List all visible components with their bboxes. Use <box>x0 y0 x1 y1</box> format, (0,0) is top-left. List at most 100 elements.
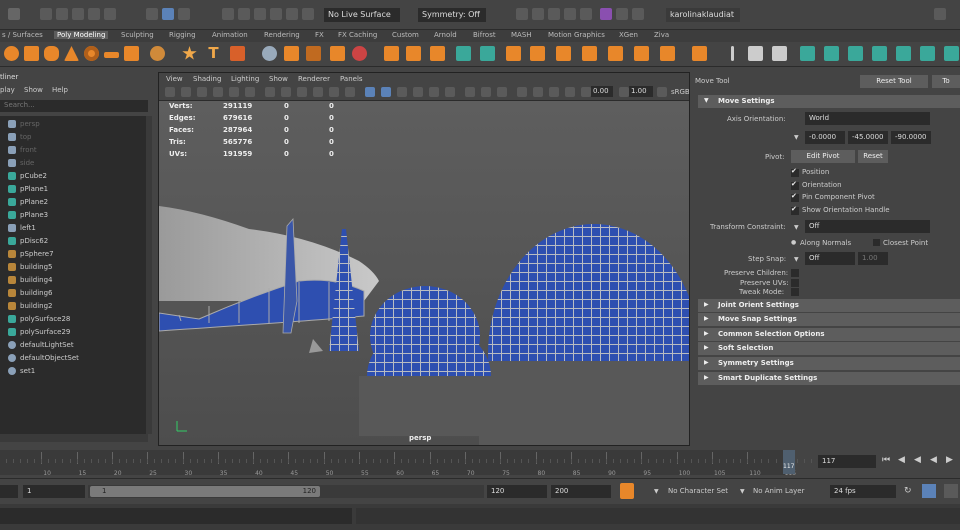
step-back-frame-icon[interactable]: ◀ <box>914 455 921 465</box>
symmetry-dropdown[interactable]: Symmetry: Off <box>418 8 486 22</box>
time-slider-track[interactable]: 10 15 20 25 30 35 40 45 50 55 60 65 70 75 80 85 90 95 100 1… <box>0 450 812 477</box>
show-orientation-handle-checkbox[interactable] <box>791 205 799 215</box>
planar-mapping-icon[interactable] <box>824 46 839 61</box>
render-frame-icon[interactable] <box>516 8 528 20</box>
tab-fx[interactable]: FX <box>315 31 324 39</box>
extract-icon[interactable] <box>306 46 321 61</box>
separate-icon[interactable] <box>284 46 299 61</box>
mirror-icon[interactable] <box>692 46 707 61</box>
select-object-icon[interactable] <box>162 8 174 20</box>
reset-pivot-button[interactable]: Reset <box>858 150 888 163</box>
step-back-key-icon[interactable]: ◀ <box>898 455 905 465</box>
section-symmetry-settings[interactable]: ▶ Symmetry Settings <box>698 357 960 370</box>
unfold-icon[interactable] <box>920 46 935 61</box>
poly-torus-icon[interactable] <box>84 46 99 61</box>
poly-cone-icon[interactable] <box>64 46 79 61</box>
platonic-solid-icon[interactable] <box>150 46 165 61</box>
tab-rigging[interactable]: Rigging <box>169 31 196 39</box>
character-set-arrow-icon[interactable]: ▼ <box>654 488 659 495</box>
outliner-item-front[interactable]: front <box>0 144 146 157</box>
outliner-item-left1[interactable]: left1 <box>0 222 146 235</box>
tab-sculpting[interactable]: Sculpting <box>121 31 154 39</box>
character-icon[interactable] <box>944 484 958 498</box>
use-all-lights-icon[interactable] <box>429 87 439 97</box>
boolean-icon[interactable] <box>352 46 367 61</box>
section-joint-orient-settings[interactable]: ▶ Joint Orient Settings <box>698 299 960 312</box>
quad-draw-icon[interactable] <box>748 46 763 61</box>
tab-animation[interactable]: Animation <box>212 31 248 39</box>
super-shape-icon[interactable] <box>182 46 197 60</box>
position-checkbox[interactable] <box>791 167 799 177</box>
tweak-mode-checkbox[interactable] <box>791 288 799 296</box>
gamma-icon[interactable] <box>619 87 629 97</box>
image-plane-icon[interactable] <box>213 87 223 97</box>
bevel-icon[interactable] <box>430 46 445 61</box>
outliner-item-side[interactable]: side <box>0 157 146 170</box>
xray-joints-icon[interactable] <box>549 87 559 97</box>
viewport-menu-lighting[interactable]: Lighting <box>231 75 259 83</box>
arnold-render-icon[interactable] <box>600 8 612 20</box>
ambient-occlusion-icon[interactable] <box>465 87 475 97</box>
select-camera-icon[interactable] <box>165 87 175 97</box>
merge-icon[interactable] <box>556 46 571 61</box>
poly-cylinder-icon[interactable] <box>44 46 59 61</box>
exposure-icon[interactable] <box>581 87 591 97</box>
hypershade-icon[interactable] <box>580 8 592 20</box>
automatic-mapping-icon[interactable] <box>896 46 911 61</box>
anim-layer-dropdown[interactable]: No Anim Layer <box>753 487 804 495</box>
smooth-shade-icon[interactable] <box>381 87 391 97</box>
select-hierarchy-icon[interactable] <box>146 8 158 20</box>
outliner-horizontal-scrollbar[interactable] <box>0 434 148 442</box>
textured-icon[interactable] <box>413 87 423 97</box>
orientation-checkbox[interactable] <box>791 180 799 190</box>
safe-action-icon[interactable] <box>345 87 355 97</box>
backface-culling-icon[interactable] <box>565 87 575 97</box>
exposure-field[interactable]: 0.00 <box>591 86 613 97</box>
wireframe-icon[interactable] <box>365 87 375 97</box>
step-snap-amount-field[interactable]: 1.00 <box>858 252 888 265</box>
sculpt-tool-icon[interactable] <box>731 46 734 61</box>
along-normals-radio[interactable]: ● <box>791 239 796 246</box>
section-smart-duplicate-settings[interactable]: ▶ Smart Duplicate Settings <box>698 372 960 385</box>
pause-icon[interactable] <box>632 8 644 20</box>
tab-ziva[interactable]: Ziva <box>654 31 669 39</box>
tab-custom[interactable]: Custom <box>392 31 419 39</box>
play-icon[interactable] <box>616 8 628 20</box>
section-move-settings[interactable]: ▼ Move Settings <box>698 95 960 108</box>
select-component-icon[interactable] <box>178 8 190 20</box>
anim-prefs-icon[interactable] <box>922 484 936 498</box>
gate-mask-icon[interactable] <box>313 87 323 97</box>
section-soft-selection[interactable]: ▶ Soft Selection <box>698 342 960 355</box>
orient-z-field[interactable]: -90.0000 <box>891 131 931 144</box>
gamma-field[interactable]: 1.00 <box>629 86 653 97</box>
viewport-menu-panels[interactable]: Panels <box>340 75 363 83</box>
tab-mash[interactable]: MASH <box>511 31 532 39</box>
orient-y-field[interactable]: -45.0000 <box>848 131 888 144</box>
poke-icon[interactable] <box>634 46 649 61</box>
open-scene-icon[interactable] <box>56 8 68 20</box>
grid-icon[interactable] <box>265 87 275 97</box>
film-gate-icon[interactable] <box>281 87 291 97</box>
viewport-menu-view[interactable]: View <box>166 75 183 83</box>
color-management-icon[interactable] <box>657 87 667 97</box>
outliner-menu-display[interactable]: play <box>0 86 15 94</box>
playback-start-field[interactable]: 1 <box>23 485 85 498</box>
tab-bifrost[interactable]: Bifrost <box>473 31 496 39</box>
magnet-icon[interactable] <box>302 8 314 20</box>
step-snap-dropdown-arrow-icon[interactable]: ▼ <box>794 256 799 263</box>
preserve-children-checkbox[interactable] <box>791 269 799 277</box>
reset-tool-button[interactable]: Reset Tool <box>860 75 928 88</box>
poly-cube-icon[interactable] <box>24 46 39 61</box>
outliner-item-top[interactable]: top <box>0 131 146 144</box>
play-backwards-icon[interactable]: ◀ <box>930 455 937 465</box>
new-scene-icon[interactable] <box>40 8 52 20</box>
outliner-item-building5[interactable]: building5 <box>0 261 146 274</box>
snap-view-icon[interactable] <box>270 8 282 20</box>
tool-help-button[interactable]: To <box>932 75 960 88</box>
outliner-item-pplane1[interactable]: pPlane1 <box>0 183 146 196</box>
ipr-render-icon[interactable] <box>548 8 560 20</box>
poly-sphere-icon[interactable] <box>4 46 19 61</box>
resolution-gate-icon[interactable] <box>297 87 307 97</box>
character-set-dropdown[interactable]: No Character Set <box>668 487 728 495</box>
command-input[interactable] <box>0 508 352 524</box>
